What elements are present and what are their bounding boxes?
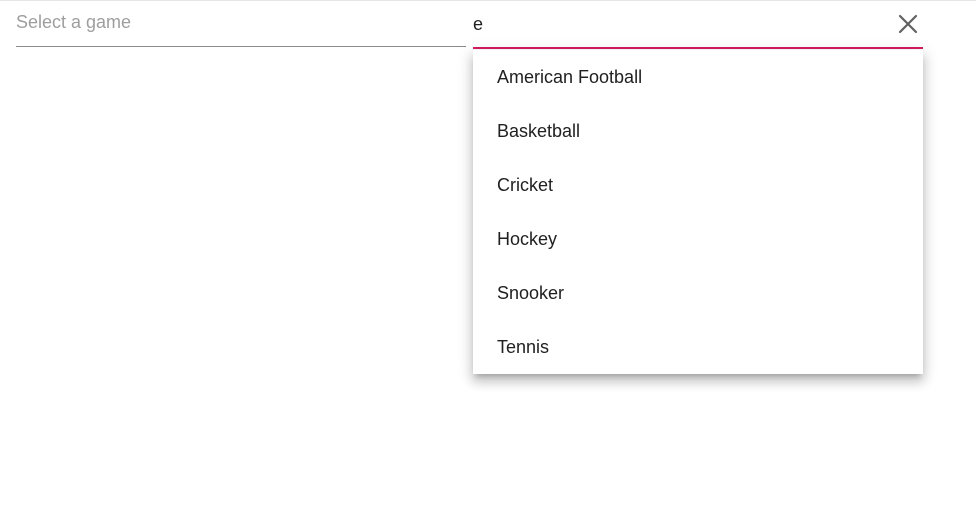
page: Select a game American Football Basketba…	[0, 0, 976, 505]
options-popup: American Football Basketball Cricket Hoc…	[473, 50, 923, 374]
option-hockey[interactable]: Hockey	[473, 212, 923, 266]
option-basketball[interactable]: Basketball	[473, 104, 923, 158]
game-dropdown[interactable]: Select a game	[16, 1, 466, 47]
dropdown-placeholder: Select a game	[16, 12, 132, 32]
option-snooker[interactable]: Snooker	[473, 266, 923, 320]
close-icon	[898, 14, 918, 34]
filter-input[interactable]	[473, 9, 873, 39]
option-tennis[interactable]: Tennis	[473, 320, 923, 374]
clear-button[interactable]	[895, 11, 921, 37]
option-cricket[interactable]: Cricket	[473, 158, 923, 212]
filter-field	[473, 1, 923, 49]
option-american-football[interactable]: American Football	[473, 50, 923, 104]
